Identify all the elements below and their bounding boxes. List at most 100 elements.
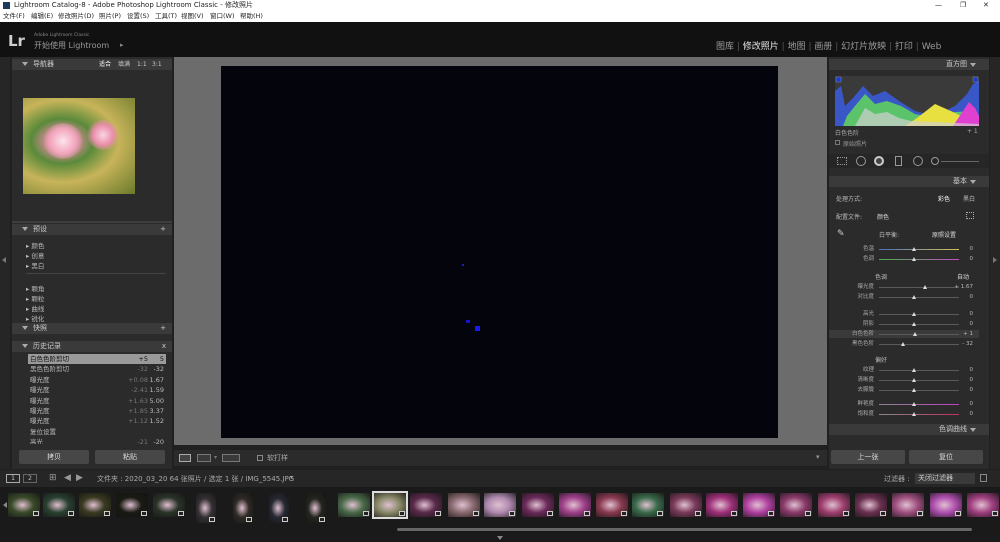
filmstrip-thumbnail[interactable] xyxy=(522,493,554,517)
profile-select[interactable]: 颜色 xyxy=(877,212,889,221)
collapse-left-icon[interactable] xyxy=(2,257,6,263)
collapse-right-icon[interactable] xyxy=(993,257,997,263)
filmstrip-thumbnail[interactable] xyxy=(79,493,111,517)
copy-button[interactable]: 拷贝 xyxy=(19,450,89,464)
adjust-slider[interactable]: 鲜艳度 0 xyxy=(829,400,979,408)
adjust-slider[interactable]: 清晰度 0 xyxy=(829,376,979,384)
module-6[interactable]: Web xyxy=(922,42,942,52)
filmstrip-thumbnail[interactable] xyxy=(930,493,962,517)
history-row[interactable]: 白色色阶剪切 +5 5 xyxy=(28,354,166,364)
adjust-slider[interactable]: 纹理 0 xyxy=(829,366,979,374)
filmstrip-thumbnail[interactable] xyxy=(855,493,887,517)
slider-knob[interactable] xyxy=(912,312,916,316)
filmstrip-info[interactable]: 文件夹 : 2020_03_20 64 张照片 / 选定 1 张 / IMG_5… xyxy=(97,474,294,484)
preset-group[interactable]: ▸ 颗角 xyxy=(26,283,44,293)
zoom-fit[interactable]: 适合 xyxy=(99,59,111,70)
menu-item[interactable]: 照片(P) xyxy=(99,11,121,22)
play-icon[interactable]: ▸ xyxy=(120,41,124,49)
page-2-button[interactable]: 2 xyxy=(23,474,37,483)
basic-header[interactable]: 基本 xyxy=(829,176,989,187)
filmstrip-thumbnail[interactable] xyxy=(448,493,480,517)
slider-value[interactable]: 0 xyxy=(970,410,974,418)
close-icon[interactable]: ✕ xyxy=(983,0,989,11)
history-row[interactable]: 高光 -21 -20 xyxy=(28,437,166,444)
original-photo-checkbox[interactable] xyxy=(835,140,840,145)
bottom-panel-toggle-icon[interactable] xyxy=(497,536,503,540)
soft-proof-checkbox[interactable] xyxy=(257,455,263,461)
graduated-filter-icon[interactable] xyxy=(895,156,902,166)
paste-button[interactable]: 粘贴 xyxy=(95,450,165,464)
slider-knob[interactable] xyxy=(912,378,916,382)
filmstrip-thumbnail[interactable] xyxy=(484,493,516,517)
wb-select[interactable]: 原照设置 xyxy=(932,230,956,239)
filmstrip-thumbnail[interactable] xyxy=(372,491,408,519)
filmstrip-info-menu-icon[interactable]: ▾ xyxy=(290,474,293,481)
yy-icon[interactable] xyxy=(222,454,240,462)
right-panel-toggle[interactable] xyxy=(990,57,1000,469)
treatment-color[interactable]: 彩色 xyxy=(938,194,950,203)
before-after-menu-icon[interactable]: ▾ xyxy=(214,454,217,461)
adjust-slider[interactable]: 对比度 0 xyxy=(829,293,979,301)
treatment-bw[interactable]: 黑白 xyxy=(963,194,975,203)
slider-value[interactable]: 0 xyxy=(970,386,974,394)
filter-lock-icon[interactable] xyxy=(980,474,987,482)
slider-value[interactable]: 0 xyxy=(970,310,974,318)
profile-browser-icon[interactable] xyxy=(966,212,974,219)
temp-slider[interactable]: 色温 0 xyxy=(829,245,979,253)
filmstrip-thumbnail[interactable] xyxy=(306,493,326,523)
history-row[interactable]: 曝光度 +0.08 1.67 xyxy=(28,375,166,385)
filmstrip-thumbnail[interactable] xyxy=(596,493,628,517)
slider-knob[interactable] xyxy=(912,295,916,299)
maximize-icon[interactable]: ❐ xyxy=(960,0,966,11)
reset-button[interactable]: 复位 xyxy=(909,450,983,464)
filmstrip-thumbnail[interactable] xyxy=(670,493,702,517)
preset-group[interactable]: ▸ 颗粒 xyxy=(26,293,44,303)
filmstrip-thumbnail[interactable] xyxy=(892,493,924,517)
module-2[interactable]: 地图 xyxy=(788,42,806,52)
filter-select[interactable]: 关闭过滤器 xyxy=(915,473,975,484)
crop-tool-icon[interactable] xyxy=(837,157,847,165)
red-eye-icon[interactable] xyxy=(874,156,884,166)
module-5[interactable]: 打印 xyxy=(895,42,913,52)
slider-knob[interactable] xyxy=(913,332,917,336)
adjust-slider[interactable]: 黑色色阶 - 32 xyxy=(829,340,979,348)
grid-view-icon[interactable]: ⊞ xyxy=(49,473,57,483)
filmstrip-thumbnail[interactable] xyxy=(632,493,664,517)
adjust-slider[interactable]: 白色色阶 + 1 xyxy=(829,330,979,338)
auto-tone-button[interactable]: 自动 xyxy=(957,272,969,281)
filmstrip-thumbnail[interactable] xyxy=(43,493,75,517)
histogram-header[interactable]: 直方图 xyxy=(829,59,989,70)
slider-value[interactable]: 0 xyxy=(970,400,974,408)
radial-filter-icon[interactable] xyxy=(913,156,923,166)
loupe-view-icon[interactable] xyxy=(179,454,191,462)
wb-eyedropper-icon[interactable]: ✎ xyxy=(837,229,845,239)
slider-value[interactable]: 0 xyxy=(970,376,974,384)
filmstrip-thumbnail[interactable] xyxy=(818,493,850,517)
filmstrip-thumbnail[interactable] xyxy=(559,493,591,517)
filmstrip-thumbnail[interactable] xyxy=(706,493,738,517)
filmstrip-thumbnail[interactable] xyxy=(233,493,253,523)
zoom-fill[interactable]: 填满 xyxy=(118,59,130,70)
adjust-slider[interactable]: 高光 0 xyxy=(829,310,979,318)
module-3[interactable]: 画册 xyxy=(814,42,832,52)
slider-knob[interactable] xyxy=(912,388,916,392)
slider-value[interactable]: - 32 xyxy=(962,340,973,348)
adjust-slider[interactable]: 去朦胧 0 xyxy=(829,386,979,394)
left-panel-toggle[interactable] xyxy=(0,57,10,469)
before-after-icon[interactable] xyxy=(197,454,211,462)
adjust-slider[interactable]: 曝光度 + 1.67 xyxy=(829,283,979,291)
slider-value[interactable]: + 1.67 xyxy=(954,283,973,291)
back-arrow-icon[interactable]: ◀ xyxy=(64,473,71,483)
history-row[interactable]: 曝光度 +1.85 3.37 xyxy=(28,406,166,416)
navigator-header[interactable]: 导航器 适合 填满 1:1 3:1 xyxy=(12,59,172,70)
filmstrip-thumbnail[interactable] xyxy=(967,493,999,517)
history-row[interactable]: 曝光度 +1.12 1.52 xyxy=(28,416,166,426)
history-row[interactable]: 复位设置 xyxy=(28,427,166,437)
preset-group[interactable]: ▸ 锐化 xyxy=(26,313,44,323)
menu-item[interactable]: 帮助(H) xyxy=(240,11,263,22)
adjust-slider[interactable]: 饱和度 0 xyxy=(829,410,979,418)
tint-slider[interactable]: 色调 0 xyxy=(829,255,979,263)
add-preset-icon[interactable]: + xyxy=(160,224,166,235)
filmstrip-thumbnail[interactable] xyxy=(410,493,442,517)
filmstrip-thumbnail[interactable] xyxy=(338,493,370,517)
